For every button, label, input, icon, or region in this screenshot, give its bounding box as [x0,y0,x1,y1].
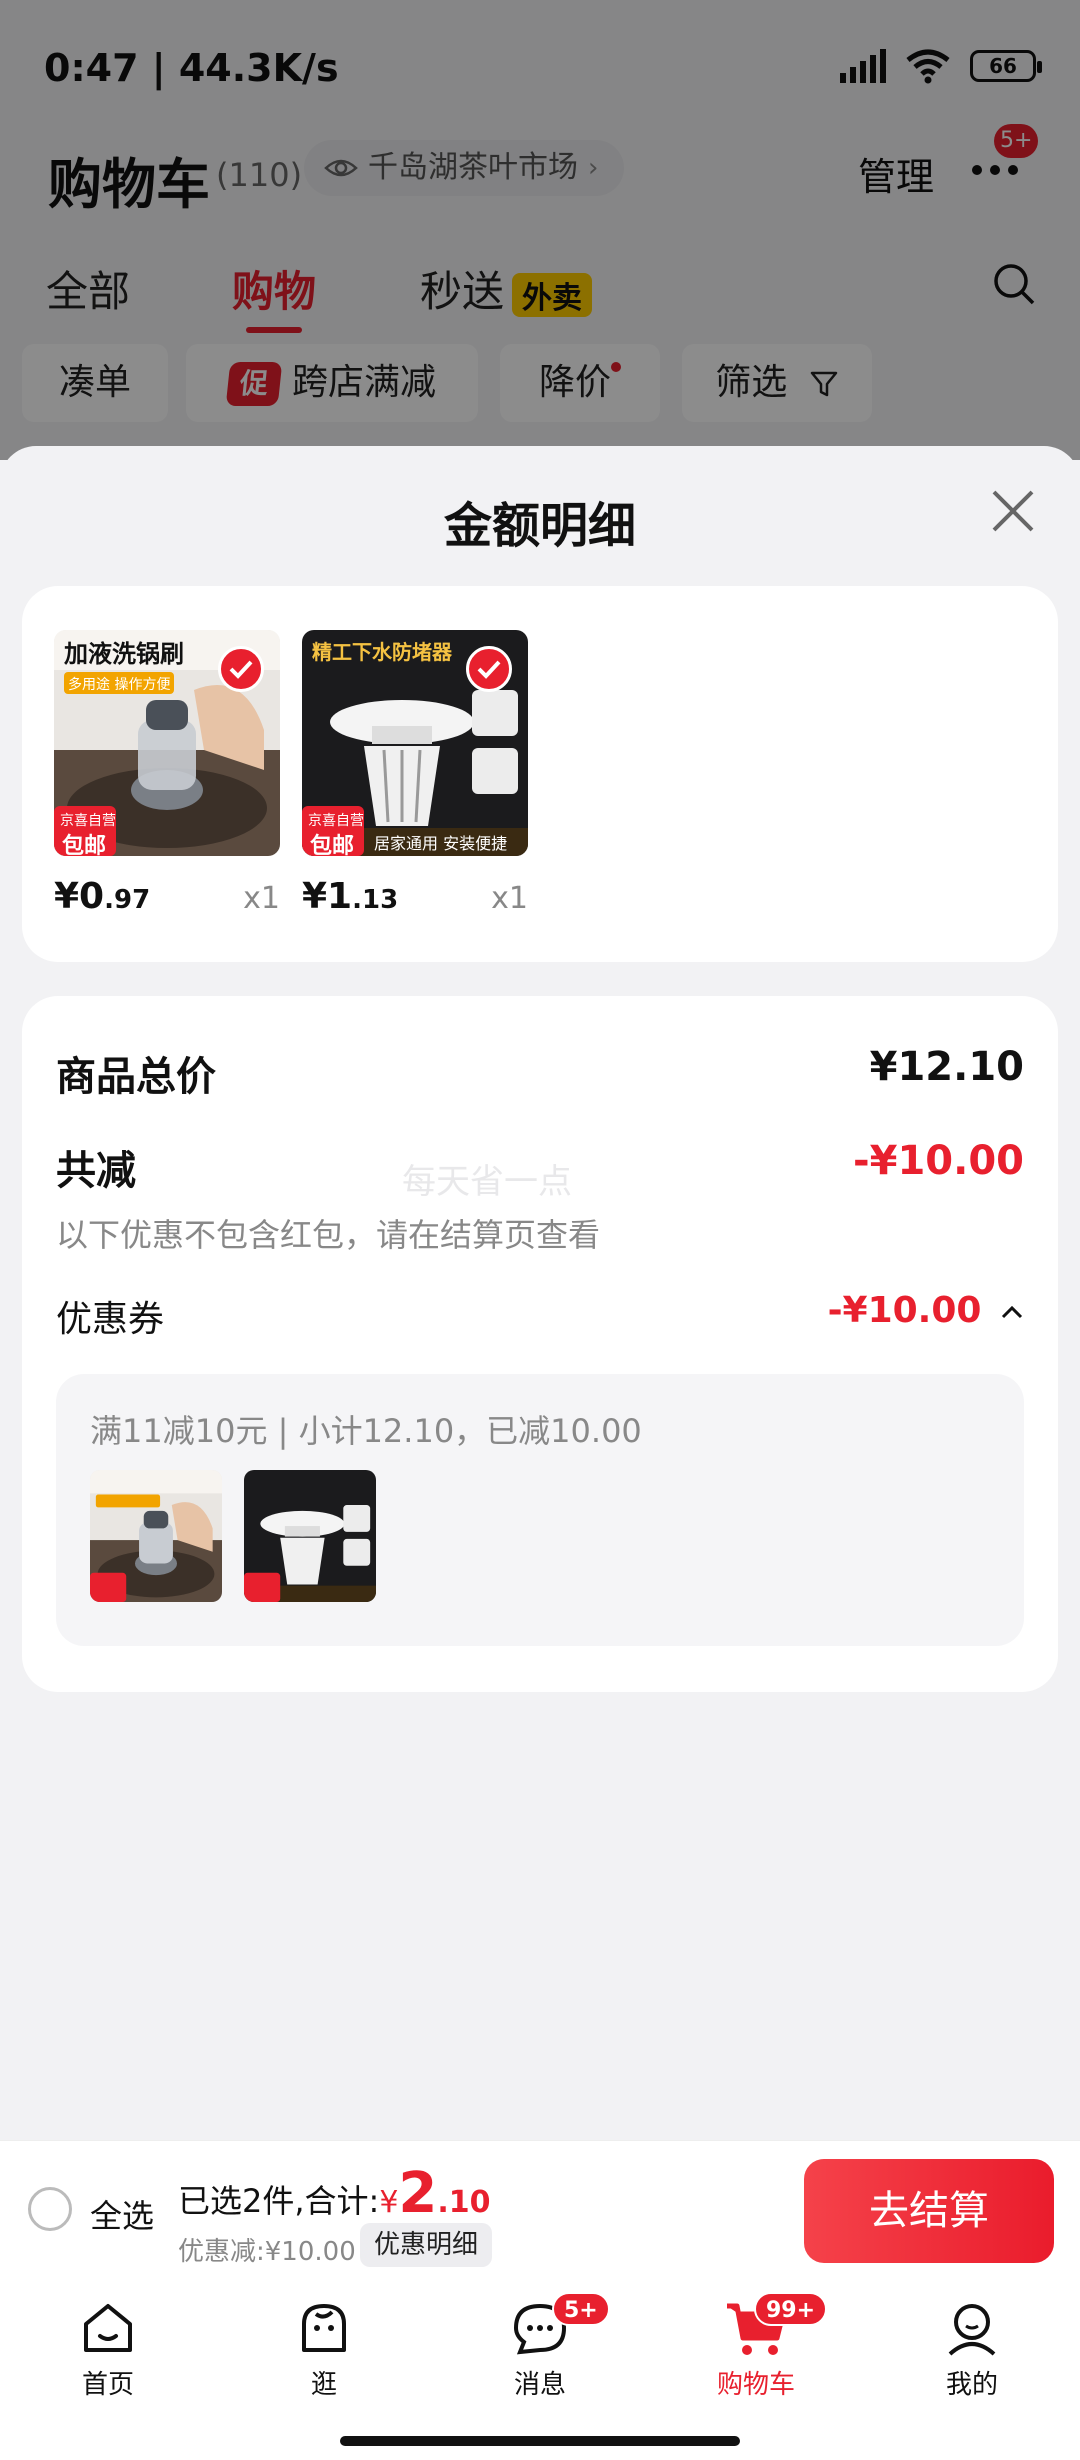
messages-badge: 5+ [552,2292,610,2326]
discount-summary: 优惠减:¥10.00 [178,2237,356,2267]
price-detail-sheet: 金额明细 加液洗锅刷 多用途 操作方便 京喜自营 包邮 ¥0.97 x1 精工下… [0,446,1080,2140]
product-banner-sub: 居家通用 安装便捷 [374,834,508,853]
checkmark-icon[interactable] [218,646,264,692]
selection-summary: 已选2件,合计:¥2.10 [178,2161,491,2226]
total-price-value: ¥12.10 [869,1044,1024,1090]
checkmark-icon[interactable] [466,646,512,692]
selected-count-text: 已选2件,合计: [178,2182,380,2220]
coupon-product-thumb-drain [244,1470,376,1602]
home-indicator[interactable] [340,2436,740,2446]
selected-products-card: 加液洗锅刷 多用途 操作方便 京喜自营 包邮 ¥0.97 x1 精工下水防堵器 … [22,586,1058,962]
close-icon[interactable] [988,486,1038,536]
total-amount-int: 2 [398,2161,438,2226]
product-badge-top: 京喜自营 [308,813,364,829]
tab-messages[interactable]: 消息 5+ [470,2292,610,2401]
coupon-value: -¥10.00 [828,1290,1024,1331]
product-image-drain: 精工下水防堵器 居家通用 安装便捷 京喜自营 包邮 [302,630,528,856]
tab-me[interactable]: 我的 [902,2298,1042,2401]
product-banner-title: 精工下水防堵器 [312,640,452,664]
product-item[interactable]: 加液洗锅刷 多用途 操作方便 京喜自营 包邮 ¥0.97 x1 [54,630,280,917]
cart-badge: 99+ [754,2292,828,2326]
profile-icon [948,2304,996,2356]
product-badge-top: 京喜自营 [60,813,116,829]
coupon-detail-text: 满11减10元 | 小计12.10，已减10.00 [90,1412,642,1450]
product-price: ¥1.13 [302,876,399,917]
product-quantity: x1 [243,881,280,916]
total-currency: ¥ [379,2185,399,2220]
product-banner-sub: 多用途 操作方便 [68,677,171,693]
tab-home-label: 首页 [81,2370,134,2400]
tab-messages-label: 消息 [513,2370,566,2400]
product-price: ¥0.97 [54,876,151,917]
product-banner-title: 加液洗锅刷 [64,640,184,668]
tab-me-label: 我的 [945,2370,998,2400]
tab-browse[interactable]: 逛 [254,2298,394,2401]
sheet-title: 金额明细 [443,498,636,554]
product-quantity: x1 [491,881,528,916]
product-item[interactable]: 精工下水防堵器 居家通用 安装便捷 京喜自营 包邮 ¥1.13 x1 [302,630,528,917]
tab-browse-label: 逛 [310,2370,337,2400]
product-badge-bottom: 包邮 [310,834,355,856]
product-image-brush: 加液洗锅刷 多用途 操作方便 京喜自营 包邮 [54,630,280,856]
chevron-up-icon [1001,1305,1023,1319]
discount-detail-button[interactable]: 优惠明细 [360,2223,493,2267]
home-icon [84,2304,132,2352]
select-all-radio[interactable] [28,2187,72,2231]
tab-cart-label: 购物车 [716,2370,795,2400]
total-amount-dec: .10 [437,2185,491,2220]
price-breakdown-card: 商品总价 ¥12.10 共减 -¥10.00 以下优惠不包含红包，请在结算页查看… [22,996,1058,1692]
product-badge-bottom: 包邮 [62,834,107,856]
reduction-note: 以下优惠不包含红包，请在结算页查看 [56,1216,601,1254]
reduction-value: -¥10.00 [853,1138,1024,1184]
tab-cart[interactable]: 购物车 99+ [686,2292,828,2401]
tab-home[interactable]: 首页 [38,2298,178,2401]
browse-face-icon [302,2304,346,2352]
coupon-product-thumb-brush [90,1470,222,1602]
select-all-label[interactable]: 全选 [90,2191,154,2237]
modal-overlay[interactable] [0,0,1080,460]
bottom-tab-bar: 首页 逛 消息 5+ 购物车 99+ 我的 [0,2280,1080,2460]
total-price-row: 商品总价 ¥12.10 [56,1044,1024,1102]
coupon-detail-box: 满11减10元 | 小计12.10，已减10.00 [56,1374,1024,1646]
checkout-bar: 全选 已选2件,合计:¥2.10 优惠减:¥10.00 优惠明细 去结算 [0,2140,1080,2280]
coupon-row[interactable]: 优惠券 -¥10.00 [56,1290,1024,1342]
watermark-text: 每天省一点 [402,1162,572,1202]
checkout-button[interactable]: 去结算 [804,2159,1054,2263]
